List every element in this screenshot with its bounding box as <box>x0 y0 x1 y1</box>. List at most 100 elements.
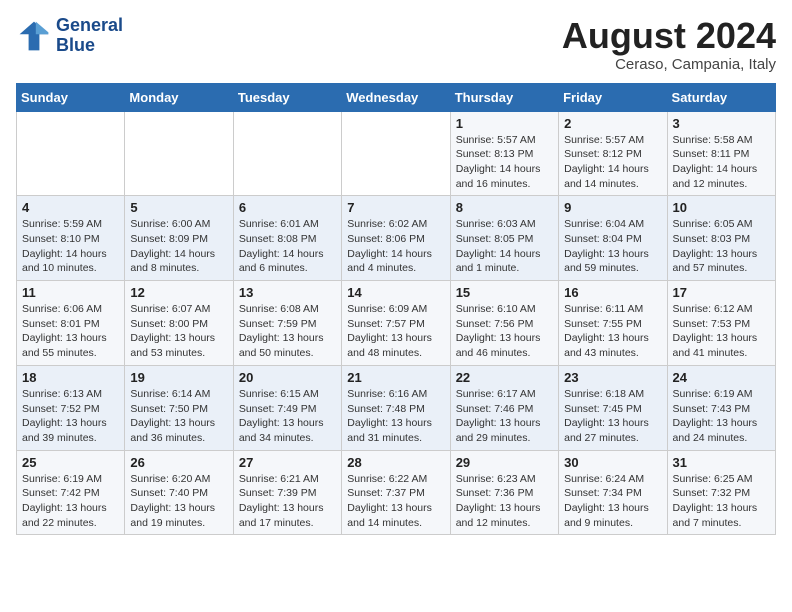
logo-text: General Blue <box>56 16 123 56</box>
day-info-6: Sunrise: 6:01 AM Sunset: 8:08 PM Dayligh… <box>239 217 336 276</box>
day-cell-20: 20 Sunrise: 6:15 AM Sunset: 7:49 PM Dayli… <box>233 365 341 450</box>
logo-icon <box>16 18 52 54</box>
calendar-table: SundayMondayTuesdayWednesdayThursdayFrid… <box>16 83 776 536</box>
day-info-24: Sunrise: 6:19 AM Sunset: 7:43 PM Dayligh… <box>673 387 770 446</box>
day-number-23: 23 <box>564 370 661 385</box>
day-number-2: 2 <box>564 116 661 131</box>
day-info-15: Sunrise: 6:10 AM Sunset: 7:56 PM Dayligh… <box>456 302 553 361</box>
day-info-7: Sunrise: 6:02 AM Sunset: 8:06 PM Dayligh… <box>347 217 444 276</box>
day-info-25: Sunrise: 6:19 AM Sunset: 7:42 PM Dayligh… <box>22 472 119 531</box>
day-cell-1: 1 Sunrise: 5:57 AM Sunset: 8:13 PM Daylig… <box>450 111 558 196</box>
day-info-31: Sunrise: 6:25 AM Sunset: 7:32 PM Dayligh… <box>673 472 770 531</box>
day-info-11: Sunrise: 6:06 AM Sunset: 8:01 PM Dayligh… <box>22 302 119 361</box>
day-info-23: Sunrise: 6:18 AM Sunset: 7:45 PM Dayligh… <box>564 387 661 446</box>
day-cell-16: 16Sunrise: 6:11 AM Sunset: 7:55 PM Dayli… <box>559 281 667 366</box>
day-number-5: 5 <box>130 200 227 215</box>
day-cell-25: 25 Sunrise: 6:19 AM Sunset: 7:42 PM Dayli… <box>17 450 125 535</box>
day-cell-17: 17 Sunrise: 6:12 AM Sunset: 7:53 PM Dayli… <box>667 281 775 366</box>
day-cell-5: 5 Sunrise: 6:00 AM Sunset: 8:09 PM Daylig… <box>125 196 233 281</box>
location-subtitle: Ceraso, Campania, Italy <box>562 56 776 73</box>
day-cell-19: 19 Sunrise: 6:14 AM Sunset: 7:50 PM Dayli… <box>125 365 233 450</box>
weekday-header-friday: Friday <box>559 83 667 111</box>
day-number-13: 13 <box>239 285 336 300</box>
day-info-20: Sunrise: 6:15 AM Sunset: 7:49 PM Dayligh… <box>239 387 336 446</box>
day-info-27: Sunrise: 6:21 AM Sunset: 7:39 PM Dayligh… <box>239 472 336 531</box>
day-number-30: 30 <box>564 455 661 470</box>
day-info-1: Sunrise: 5:57 AM Sunset: 8:13 PM Dayligh… <box>456 133 553 192</box>
day-info-10: Sunrise: 6:05 AM Sunset: 8:03 PM Dayligh… <box>673 217 770 276</box>
day-cell-2: 2 Sunrise: 5:57 AM Sunset: 8:12 PM Daylig… <box>559 111 667 196</box>
day-number-7: 7 <box>347 200 444 215</box>
day-cell-12: 12 Sunrise: 6:07 AM Sunset: 8:00 PM Dayli… <box>125 281 233 366</box>
weekday-header-row: SundayMondayTuesdayWednesdayThursdayFrid… <box>17 83 776 111</box>
week-row-4: 18 Sunrise: 6:13 AM Sunset: 7:52 PM Dayli… <box>17 365 776 450</box>
day-cell-28: 28 Sunrise: 6:22 AM Sunset: 7:37 PM Dayli… <box>342 450 450 535</box>
month-title: August 2024 <box>562 16 776 56</box>
day-cell-22: 22Sunrise: 6:17 AM Sunset: 7:46 PM Dayli… <box>450 365 558 450</box>
day-number-15: 15 <box>456 285 553 300</box>
day-number-16: 16 <box>564 285 661 300</box>
day-info-17: Sunrise: 6:12 AM Sunset: 7:53 PM Dayligh… <box>673 302 770 361</box>
day-cell-3: 3 Sunrise: 5:58 AM Sunset: 8:11 PM Daylig… <box>667 111 775 196</box>
day-number-24: 24 <box>673 370 770 385</box>
page-header: General Blue August 2024 Ceraso, Campani… <box>16 16 776 73</box>
day-number-18: 18 <box>22 370 119 385</box>
day-info-13: Sunrise: 6:08 AM Sunset: 7:59 PM Dayligh… <box>239 302 336 361</box>
day-number-9: 9 <box>564 200 661 215</box>
logo: General Blue <box>16 16 123 56</box>
day-number-19: 19 <box>130 370 227 385</box>
day-number-25: 25 <box>22 455 119 470</box>
weekday-header-tuesday: Tuesday <box>233 83 341 111</box>
day-number-12: 12 <box>130 285 227 300</box>
empty-cell <box>233 111 341 196</box>
day-number-1: 1 <box>456 116 553 131</box>
title-block: August 2024 Ceraso, Campania, Italy <box>562 16 776 73</box>
weekday-header-saturday: Saturday <box>667 83 775 111</box>
day-cell-27: 27 Sunrise: 6:21 AM Sunset: 7:39 PM Dayli… <box>233 450 341 535</box>
day-cell-11: 11Sunrise: 6:06 AM Sunset: 8:01 PM Dayli… <box>17 281 125 366</box>
day-cell-14: 14Sunrise: 6:09 AM Sunset: 7:57 PM Dayli… <box>342 281 450 366</box>
day-cell-26: 26Sunrise: 6:20 AM Sunset: 7:40 PM Dayli… <box>125 450 233 535</box>
week-row-3: 11Sunrise: 6:06 AM Sunset: 8:01 PM Dayli… <box>17 281 776 366</box>
day-cell-30: 30 Sunrise: 6:24 AM Sunset: 7:34 PM Dayli… <box>559 450 667 535</box>
day-info-21: Sunrise: 6:16 AM Sunset: 7:48 PM Dayligh… <box>347 387 444 446</box>
day-cell-24: 24 Sunrise: 6:19 AM Sunset: 7:43 PM Dayli… <box>667 365 775 450</box>
day-cell-10: 10Sunrise: 6:05 AM Sunset: 8:03 PM Dayli… <box>667 196 775 281</box>
day-info-28: Sunrise: 6:22 AM Sunset: 7:37 PM Dayligh… <box>347 472 444 531</box>
weekday-header-wednesday: Wednesday <box>342 83 450 111</box>
day-number-6: 6 <box>239 200 336 215</box>
week-row-2: 4Sunrise: 5:59 AM Sunset: 8:10 PM Daylig… <box>17 196 776 281</box>
day-cell-8: 8Sunrise: 6:03 AM Sunset: 8:05 PM Daylig… <box>450 196 558 281</box>
empty-cell <box>17 111 125 196</box>
day-cell-31: 31 Sunrise: 6:25 AM Sunset: 7:32 PM Dayli… <box>667 450 775 535</box>
day-number-21: 21 <box>347 370 444 385</box>
day-info-19: Sunrise: 6:14 AM Sunset: 7:50 PM Dayligh… <box>130 387 227 446</box>
weekday-header-monday: Monday <box>125 83 233 111</box>
day-number-28: 28 <box>347 455 444 470</box>
day-info-3: Sunrise: 5:58 AM Sunset: 8:11 PM Dayligh… <box>673 133 770 192</box>
day-cell-9: 9Sunrise: 6:04 AM Sunset: 8:04 PM Daylig… <box>559 196 667 281</box>
day-number-20: 20 <box>239 370 336 385</box>
day-info-18: Sunrise: 6:13 AM Sunset: 7:52 PM Dayligh… <box>22 387 119 446</box>
day-number-26: 26 <box>130 455 227 470</box>
day-number-17: 17 <box>673 285 770 300</box>
day-info-5: Sunrise: 6:00 AM Sunset: 8:09 PM Dayligh… <box>130 217 227 276</box>
day-cell-15: 15 Sunrise: 6:10 AM Sunset: 7:56 PM Dayli… <box>450 281 558 366</box>
day-cell-7: 7 Sunrise: 6:02 AM Sunset: 8:06 PM Daylig… <box>342 196 450 281</box>
day-info-30: Sunrise: 6:24 AM Sunset: 7:34 PM Dayligh… <box>564 472 661 531</box>
day-cell-13: 13 Sunrise: 6:08 AM Sunset: 7:59 PM Dayli… <box>233 281 341 366</box>
day-number-29: 29 <box>456 455 553 470</box>
weekday-header-thursday: Thursday <box>450 83 558 111</box>
day-cell-4: 4Sunrise: 5:59 AM Sunset: 8:10 PM Daylig… <box>17 196 125 281</box>
day-cell-21: 21 Sunrise: 6:16 AM Sunset: 7:48 PM Dayli… <box>342 365 450 450</box>
day-number-3: 3 <box>673 116 770 131</box>
day-number-31: 31 <box>673 455 770 470</box>
day-number-8: 8 <box>456 200 553 215</box>
day-info-12: Sunrise: 6:07 AM Sunset: 8:00 PM Dayligh… <box>130 302 227 361</box>
day-info-22: Sunrise: 6:17 AM Sunset: 7:46 PM Dayligh… <box>456 387 553 446</box>
week-row-1: 1 Sunrise: 5:57 AM Sunset: 8:13 PM Daylig… <box>17 111 776 196</box>
day-cell-18: 18 Sunrise: 6:13 AM Sunset: 7:52 PM Dayli… <box>17 365 125 450</box>
day-info-4: Sunrise: 5:59 AM Sunset: 8:10 PM Dayligh… <box>22 217 119 276</box>
day-info-2: Sunrise: 5:57 AM Sunset: 8:12 PM Dayligh… <box>564 133 661 192</box>
day-number-27: 27 <box>239 455 336 470</box>
